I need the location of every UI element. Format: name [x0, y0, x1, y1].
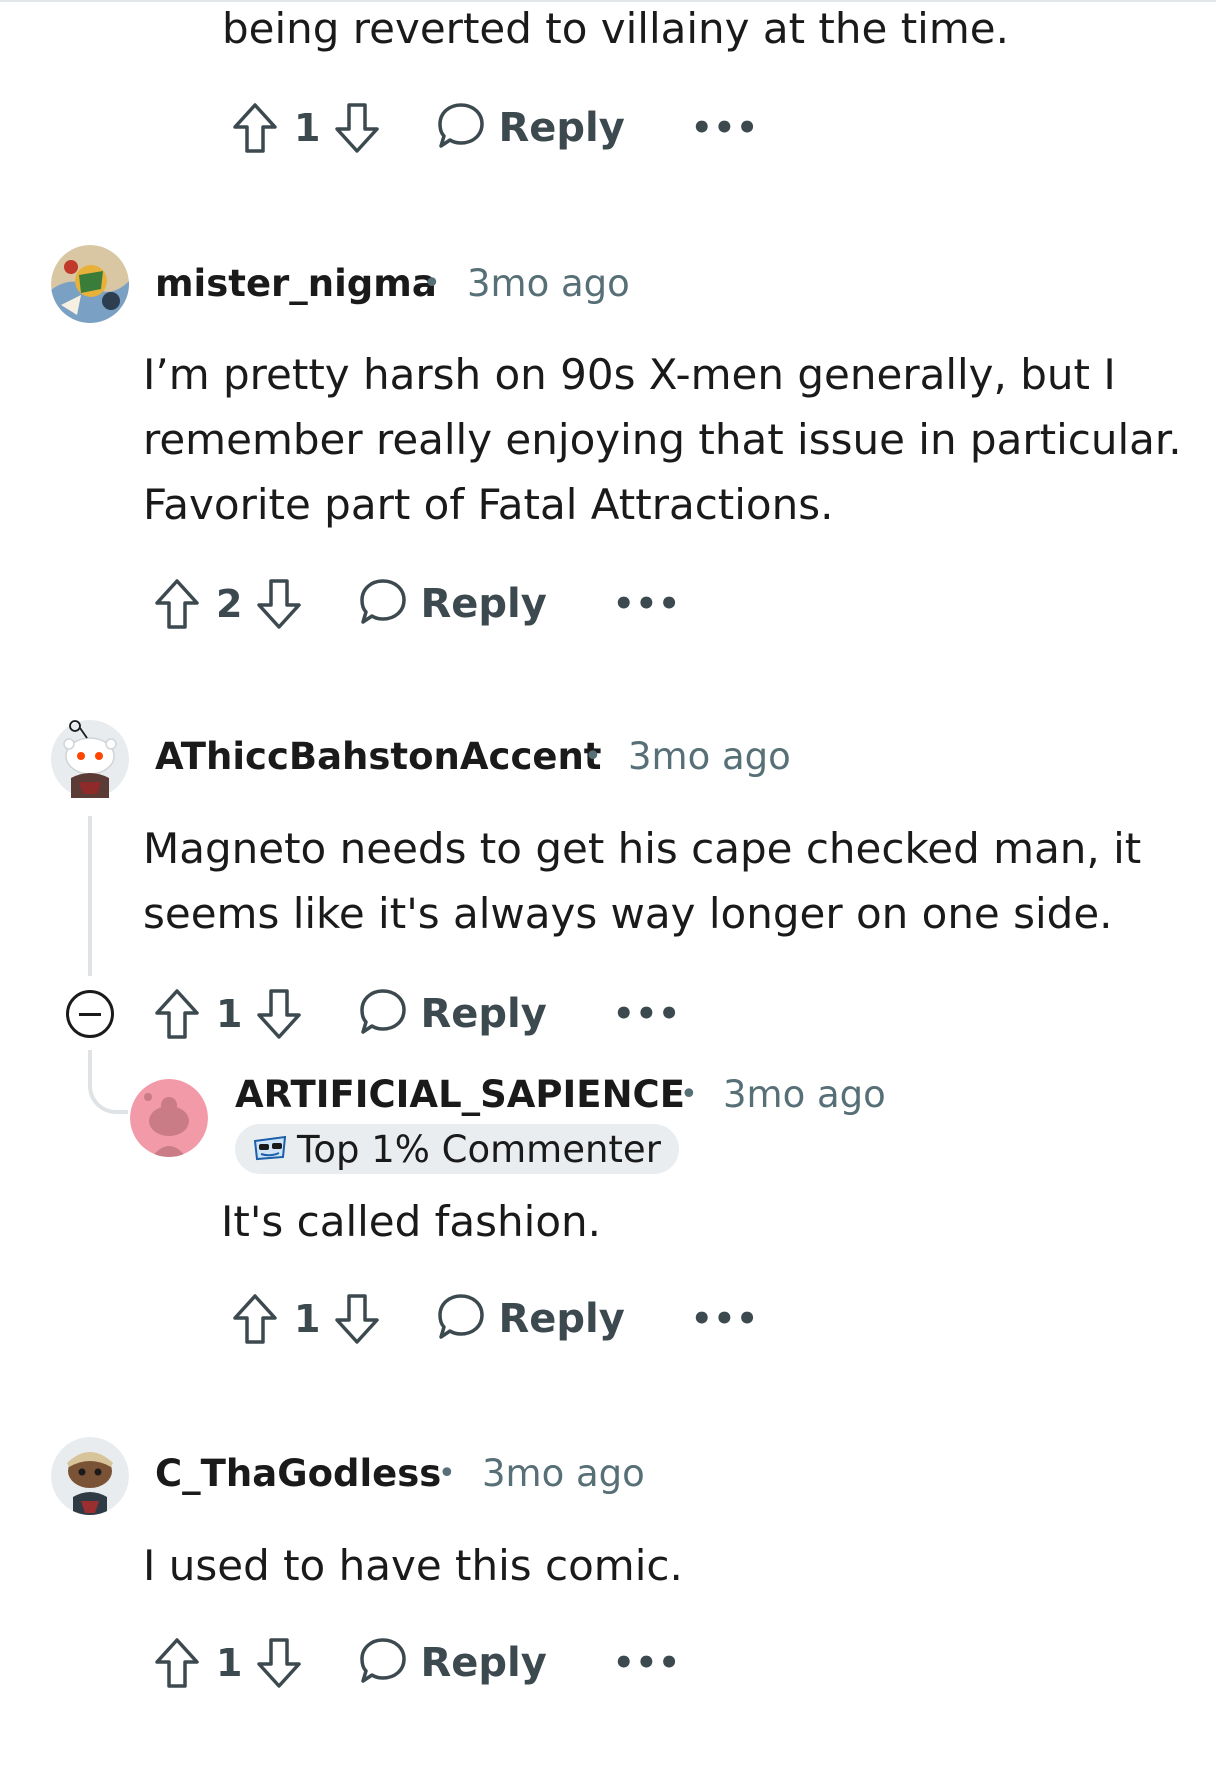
vote-count: 1: [216, 1641, 243, 1685]
timestamp: 3mo ago: [723, 1073, 886, 1116]
downvote-arrow-icon[interactable]: [256, 578, 302, 630]
upvote-arrow-icon[interactable]: [232, 1293, 278, 1345]
commenter-badge[interactable]: Top 1% Commenter: [235, 1124, 679, 1174]
meta-separator: •: [584, 739, 602, 774]
reply-label: Reply: [498, 1296, 625, 1342]
reply-button[interactable]: Reply: [358, 1636, 547, 1690]
comment-actions: 1 Reply •••: [154, 979, 681, 1049]
comment-body: I’m pretty harsh on 90s X-men generally,…: [143, 350, 1182, 529]
reply-label: Reply: [498, 105, 625, 151]
downvote-arrow-icon[interactable]: [256, 1637, 302, 1689]
vote-count: 1: [294, 106, 321, 150]
upvote-arrow-icon[interactable]: [154, 988, 200, 1040]
vote-count: 1: [216, 992, 243, 1036]
timestamp: 3mo ago: [628, 735, 791, 778]
reply-button[interactable]: Reply: [358, 987, 547, 1041]
upvote-arrow-icon[interactable]: [154, 578, 200, 630]
username[interactable]: C_ThaGodless: [155, 1452, 441, 1495]
comment-body: It's called fashion.: [221, 1197, 602, 1246]
reply-button[interactable]: Reply: [358, 577, 547, 631]
reply-label: Reply: [420, 991, 547, 1037]
timestamp: 3mo ago: [467, 262, 630, 305]
reply-label: Reply: [420, 581, 547, 627]
meta-separator: •: [680, 1077, 698, 1112]
comment-actions: 2 Reply •••: [154, 569, 681, 639]
username[interactable]: AThiccBahstonAccent: [155, 735, 602, 778]
downvote-arrow-icon[interactable]: [334, 102, 380, 154]
username[interactable]: mister_nigma: [155, 262, 437, 305]
comment-actions: 1 Reply •••: [232, 1284, 759, 1354]
timestamp: 3mo ago: [482, 1452, 645, 1495]
downvote-arrow-icon[interactable]: [334, 1293, 380, 1345]
avatar[interactable]: [51, 1437, 129, 1515]
avatar[interactable]: [51, 720, 129, 798]
ellipsis-icon[interactable]: •••: [613, 1643, 681, 1683]
reply-label: Reply: [420, 1640, 547, 1686]
upvote-arrow-icon[interactable]: [232, 102, 278, 154]
speech-bubble-icon: [358, 577, 408, 631]
badge-label: Top 1% Commenter: [297, 1127, 661, 1171]
comment-body: being reverted to villainy at the time.: [222, 4, 1009, 53]
thread-line: [88, 816, 92, 976]
vote-count: 1: [294, 1297, 321, 1341]
vote-count: 2: [216, 582, 243, 626]
reply-button[interactable]: Reply: [436, 1292, 625, 1346]
speech-bubble-icon: [436, 101, 486, 155]
ellipsis-icon[interactable]: •••: [691, 1299, 759, 1339]
meta-separator: •: [423, 266, 441, 301]
ellipsis-icon[interactable]: •••: [613, 994, 681, 1034]
comment-actions: 1 Reply •••: [232, 93, 759, 163]
avatar[interactable]: [130, 1079, 208, 1157]
speech-bubble-icon: [358, 1636, 408, 1690]
ellipsis-icon[interactable]: •••: [691, 108, 759, 148]
sunglasses-icon: [251, 1131, 289, 1167]
downvote-arrow-icon[interactable]: [256, 988, 302, 1040]
thread-connector: [88, 1050, 128, 1114]
speech-bubble-icon: [436, 1292, 486, 1346]
comment-actions: 1 Reply •••: [154, 1628, 681, 1698]
upvote-arrow-icon[interactable]: [154, 1637, 200, 1689]
username[interactable]: ARTIFICIAL_SAPIENCE: [235, 1073, 685, 1116]
minus-circle-icon[interactable]: [66, 990, 114, 1038]
comment-body: I used to have this comic.: [143, 1541, 683, 1590]
speech-bubble-icon: [358, 987, 408, 1041]
meta-separator: •: [438, 1456, 456, 1491]
avatar[interactable]: [51, 245, 129, 323]
comment-body: Magneto needs to get his cape checked ma…: [143, 824, 1142, 938]
ellipsis-icon[interactable]: •••: [613, 584, 681, 624]
reply-button[interactable]: Reply: [436, 101, 625, 155]
